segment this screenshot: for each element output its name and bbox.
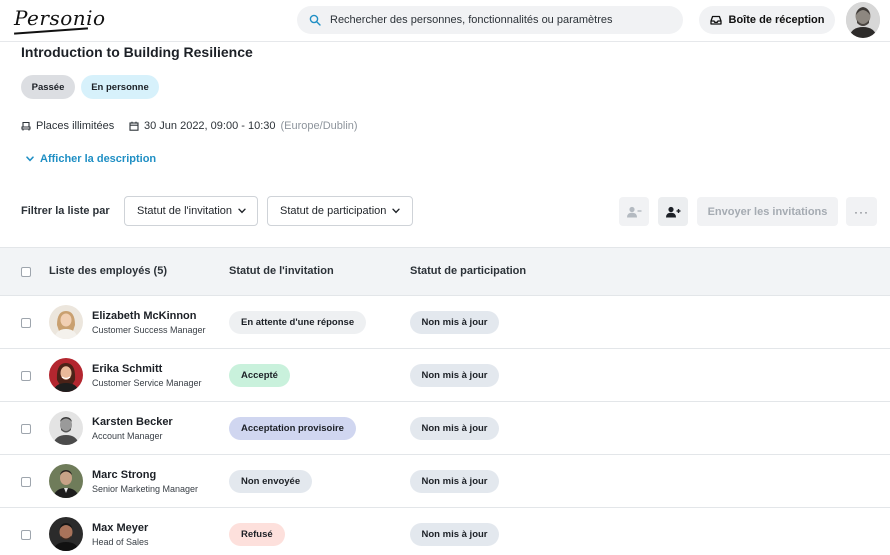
row-checkbox[interactable] <box>21 530 31 540</box>
avatar <box>49 358 83 392</box>
avatar <box>49 517 83 551</box>
employee-name[interactable]: Karsten Becker <box>92 416 173 428</box>
chevron-down-icon <box>26 156 34 162</box>
employee-name[interactable]: Max Meyer <box>92 522 148 534</box>
add-participant-button[interactable] <box>658 197 688 226</box>
top-bar: Personio Rechercher des personnes, fonct… <box>0 0 890 42</box>
avatar <box>49 464 83 498</box>
row-checkbox[interactable] <box>21 477 31 487</box>
status-chip-past: Passée <box>21 75 75 99</box>
invitation-status-dropdown[interactable]: Statut de l'invitation <box>124 196 258 226</box>
inbox-button[interactable]: Boîte de réception <box>699 6 835 34</box>
employee-role: Account Manager <box>92 431 163 441</box>
table-row[interactable]: Erika Schmitt Customer Service Manager A… <box>0 349 890 402</box>
column-header-employees[interactable]: Liste des employés (5) <box>49 265 167 277</box>
search-bar[interactable]: Rechercher des personnes, fonctionnalité… <box>297 6 683 34</box>
participation-status-dropdown-label: Statut de participation <box>280 205 387 217</box>
column-header-participation[interactable]: Statut de participation <box>410 265 526 277</box>
participation-status-badge: Non mis à jour <box>410 523 499 546</box>
employee-role: Customer Service Manager <box>92 378 202 388</box>
table-header: Liste des employés (5) Statut de l'invit… <box>0 247 890 296</box>
chevron-down-icon <box>392 208 401 214</box>
inbox-label: Boîte de réception <box>728 14 825 26</box>
invitation-status-badge: Non envoyée <box>229 470 313 493</box>
participation-status-badge: Non mis à jour <box>410 311 499 334</box>
table-row[interactable]: Max Meyer Head of Sales Refusé Non mis à… <box>0 508 890 555</box>
row-checkbox[interactable] <box>21 424 31 434</box>
show-description-link[interactable]: Afficher la description <box>26 153 156 165</box>
invitation-status-badge: En attente d'une réponse <box>229 311 367 334</box>
invitation-status-badge: Refusé <box>229 523 285 546</box>
places-info: Places illimitées <box>21 120 114 132</box>
participation-status-badge: Non mis à jour <box>410 470 499 493</box>
seat-icon <box>21 121 31 131</box>
search-placeholder: Rechercher des personnes, fonctionnalité… <box>330 14 613 26</box>
user-minus-icon <box>627 206 642 217</box>
event-title: Introduction to Building Resilience <box>21 44 253 60</box>
status-chip-in-person: En personne <box>81 75 159 99</box>
user-avatar[interactable] <box>846 2 880 38</box>
invitation-status-badge: Acceptation provisoire <box>229 417 356 440</box>
employee-name[interactable]: Marc Strong <box>92 469 156 481</box>
employee-role: Senior Marketing Manager <box>92 484 199 494</box>
table-row[interactable]: Karsten Becker Account Manager Acceptati… <box>0 402 890 455</box>
date-info: 30 Jun 2022, 09:00 - 10:30 (Europe/Dubli… <box>129 120 358 132</box>
invitation-status-badge: Accepté <box>229 364 290 387</box>
row-checkbox[interactable] <box>21 371 31 381</box>
employee-role: Customer Success Manager <box>92 325 206 335</box>
search-icon <box>309 14 321 26</box>
filter-label: Filtrer la liste par <box>21 205 110 217</box>
employee-name[interactable]: Elizabeth McKinnon <box>92 310 197 322</box>
employee-role: Head of Sales <box>92 537 149 547</box>
participation-status-badge: Non mis à jour <box>410 417 499 440</box>
send-invitations-button[interactable]: Envoyer les invitations <box>697 197 838 226</box>
personio-logo[interactable]: Personio <box>14 6 106 30</box>
participation-status-badge: Non mis à jour <box>410 364 499 387</box>
places-text: Places illimitées <box>36 120 115 132</box>
calendar-icon <box>129 121 139 131</box>
invitation-status-dropdown-label: Statut de l'invitation <box>137 205 233 217</box>
avatar <box>49 411 83 445</box>
select-all-checkbox[interactable] <box>21 267 31 277</box>
date-text: 30 Jun 2022, 09:00 - 10:30 <box>144 120 276 132</box>
table-row[interactable]: Marc Strong Senior Marketing Manager Non… <box>0 455 890 508</box>
table-row[interactable]: Elizabeth McKinnon Customer Success Mana… <box>0 296 890 349</box>
inbox-icon <box>709 15 722 25</box>
user-plus-icon <box>666 206 681 217</box>
show-description-label: Afficher la description <box>40 153 157 165</box>
more-options-button[interactable]: ··· <box>846 197 877 226</box>
timezone-text: (Europe/Dublin) <box>280 120 358 132</box>
avatar <box>49 305 83 339</box>
participation-status-dropdown[interactable]: Statut de participation <box>267 196 413 226</box>
chevron-down-icon <box>238 208 246 214</box>
column-header-invitation[interactable]: Statut de l'invitation <box>229 265 334 277</box>
employee-name[interactable]: Erika Schmitt <box>92 363 162 375</box>
remove-participant-button[interactable] <box>619 197 649 226</box>
row-checkbox[interactable] <box>21 318 31 328</box>
